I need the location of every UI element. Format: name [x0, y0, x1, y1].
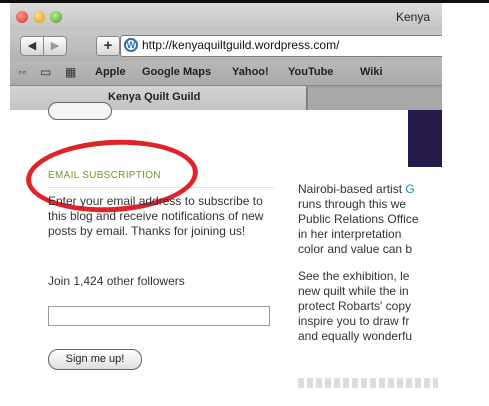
- zoom-window-icon[interactable]: [50, 11, 62, 23]
- tab-label: Kenya Quilt Guild: [108, 91, 201, 103]
- browser-window: Kenya ◀ ▶ + W http://kenyaquiltguild.wor…: [10, 3, 442, 394]
- article-paragraph-1: Nairobi-based artist G runs through this…: [298, 182, 419, 256]
- add-bookmark-button[interactable]: +: [96, 36, 120, 56]
- tab-empty[interactable]: [307, 88, 442, 110]
- article-text: Nairobi-based artist G runs through this…: [298, 182, 442, 356]
- forward-button[interactable]: ▶: [43, 36, 67, 56]
- window-title: Kenya: [396, 10, 431, 24]
- minimize-window-icon[interactable]: [33, 11, 45, 23]
- email-field[interactable]: [48, 306, 270, 326]
- reading-glasses-icon[interactable]: ◦◦: [18, 65, 27, 79]
- sign-me-up-button[interactable]: Sign me up!: [48, 349, 142, 370]
- bookmark-apple[interactable]: Apple: [95, 66, 126, 78]
- url-text: http://kenyaquiltguild.wordpress.com/: [142, 38, 340, 52]
- address-bar[interactable]: W http://kenyaquiltguild.wordpress.com/: [120, 35, 442, 57]
- submit-button-partial[interactable]: [48, 102, 112, 120]
- followers-count: Join 1,424 other followers: [48, 274, 185, 288]
- artist-link[interactable]: G: [405, 182, 414, 196]
- bookmark-youtube[interactable]: YouTube: [288, 66, 333, 78]
- book-icon[interactable]: ▭: [40, 65, 51, 79]
- wordpress-icon: W: [124, 38, 138, 52]
- bookmark-google-maps[interactable]: Google Maps: [142, 66, 211, 78]
- title-bar: Kenya: [10, 3, 442, 31]
- faded-text-line: [298, 378, 438, 388]
- quilt-image: [408, 110, 442, 167]
- bookmarks-bar: ◦◦ ▭ ▦ Apple Google Maps Yahoo! YouTube …: [10, 61, 442, 86]
- grid-icon[interactable]: ▦: [65, 65, 76, 79]
- close-window-icon[interactable]: [16, 11, 28, 23]
- bookmark-yahoo[interactable]: Yahoo!: [232, 66, 269, 78]
- back-button[interactable]: ◀: [20, 36, 44, 56]
- toolbar: ◀ ▶ + W http://kenyaquiltguild.wordpress…: [10, 31, 442, 61]
- article-paragraph-2: See the exhibition, le new quilt while t…: [298, 269, 413, 343]
- subscription-blurb: Enter your email address to subscribe to…: [48, 194, 264, 238]
- page-content: EMAIL SUBSCRIPTION Enter your email addr…: [10, 102, 442, 394]
- bookmark-wiki[interactable]: Wiki: [360, 66, 383, 78]
